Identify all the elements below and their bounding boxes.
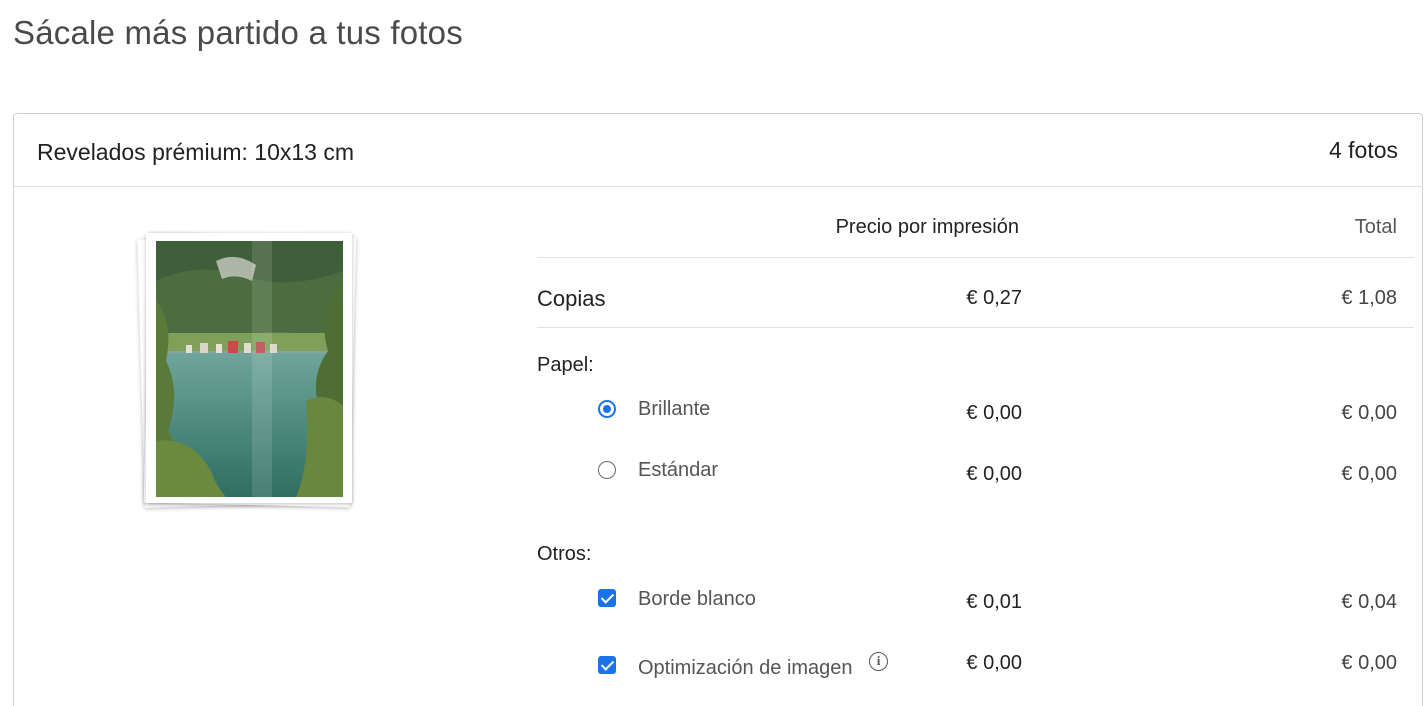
white-border-price: € 0,01 <box>966 591 1022 613</box>
radio-standard[interactable] <box>598 461 616 479</box>
paper-option-glossy[interactable] <box>598 397 616 421</box>
header-price-per-print: Precio por impresión <box>835 216 1019 238</box>
option-image-optimization[interactable] <box>598 653 616 677</box>
product-name: Revelados prémium: 10x13 cm <box>37 139 355 165</box>
paper-standard-total: € 0,00 <box>1341 463 1397 485</box>
checkbox-white-border[interactable] <box>598 589 616 607</box>
copies-label: Copias <box>537 286 606 311</box>
photo-preview[interactable] <box>137 229 362 514</box>
product-card: Revelados prémium: 10x13 cm 4 fotos Prec… <box>13 113 1423 706</box>
divider <box>537 327 1414 328</box>
paper-standard-price: € 0,00 <box>966 463 1022 485</box>
header-total: Total <box>1354 216 1397 238</box>
paper-option-standard-label[interactable]: Estándar <box>638 459 718 482</box>
card-header: Revelados prémium: 10x13 cm 4 fotos <box>14 114 1422 187</box>
white-border-total: € 0,04 <box>1341 591 1397 613</box>
others-section-label: Otros: <box>537 543 592 565</box>
paper-glossy-total: € 0,00 <box>1341 402 1397 424</box>
page-title: Sácale más partido a tus fotos <box>13 14 463 51</box>
image-optimization-total: € 0,00 <box>1341 652 1397 674</box>
option-white-border[interactable] <box>598 586 616 610</box>
copies-price: € 0,27 <box>966 287 1022 309</box>
divider <box>537 257 1414 258</box>
paper-option-standard[interactable] <box>598 458 616 482</box>
copies-total: € 1,08 <box>1341 287 1397 309</box>
photo-count: 4 fotos <box>1328 137 1398 163</box>
info-icon[interactable]: i <box>869 652 888 671</box>
radio-glossy[interactable] <box>598 400 616 418</box>
paper-option-glossy-label[interactable]: Brillante <box>638 398 710 421</box>
lake-landscape-image <box>156 241 343 497</box>
image-optimization-price: € 0,00 <box>966 652 1022 674</box>
photo-thumbnail <box>156 241 343 497</box>
paper-glossy-price: € 0,00 <box>966 402 1022 424</box>
option-image-optimization-label[interactable]: Optimización de imagen <box>638 657 853 680</box>
option-white-border-label[interactable]: Borde blanco <box>638 588 756 611</box>
paper-section-label: Papel: <box>537 354 594 376</box>
checkbox-image-optimization[interactable] <box>598 656 616 674</box>
